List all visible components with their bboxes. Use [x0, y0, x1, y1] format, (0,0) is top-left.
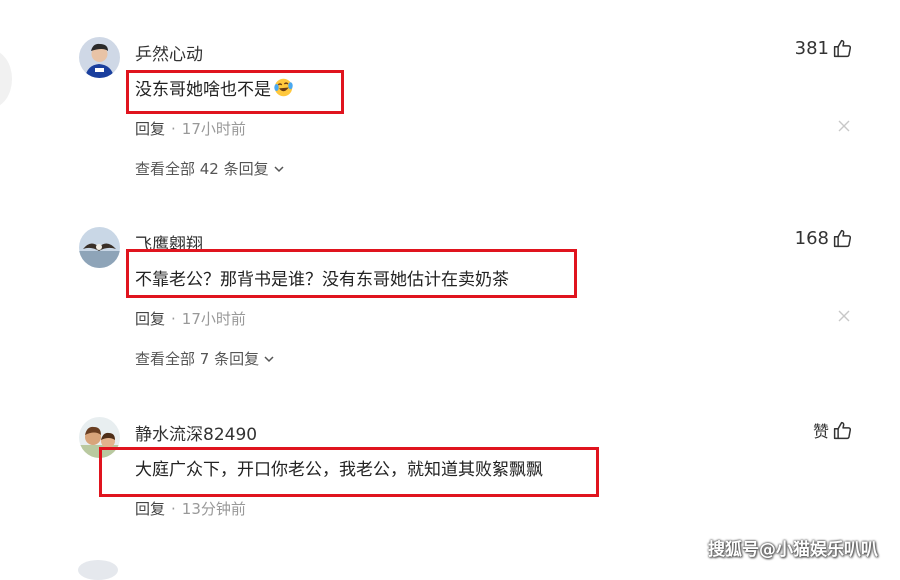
- red-highlight-box: [99, 447, 599, 497]
- separator-dot: ·: [171, 500, 176, 518]
- view-all-label: 查看全部 42 条回复: [135, 160, 269, 178]
- red-highlight-box: [126, 70, 344, 114]
- view-all-label: 查看全部 7 条回复: [135, 350, 260, 368]
- avatar[interactable]: [79, 227, 120, 268]
- like-button[interactable]: 赞: [813, 418, 853, 442]
- like-count: 381: [794, 38, 829, 59]
- comment-meta: 回复 · 17小时前: [135, 118, 246, 139]
- thumbs-up-icon: [833, 421, 852, 439]
- separator-dot: ·: [171, 310, 176, 328]
- comment-2: 飞鹰翱翔 168 不靠老公？那背书是谁？没有东哥她估计在卖奶茶 回复 · 17小时前…: [0, 190, 900, 380]
- chevron-down-icon: [264, 355, 274, 362]
- red-highlight-box: [126, 249, 577, 298]
- like-button[interactable]: 168: [795, 228, 853, 249]
- close-icon[interactable]: [836, 118, 852, 134]
- like-label: 赞: [812, 422, 829, 441]
- timestamp: 17小时前: [181, 310, 246, 328]
- comment-meta: 回复 · 17小时前: [135, 308, 246, 329]
- view-all-replies-link[interactable]: 查看全部 7 条回复: [135, 348, 275, 369]
- reply-button[interactable]: 回复: [135, 120, 165, 138]
- thumbs-up-icon: [833, 229, 852, 248]
- reply-button[interactable]: 回复: [135, 310, 165, 328]
- like-count: 168: [794, 228, 829, 249]
- separator-dot: ·: [171, 120, 176, 138]
- watermark: 搜狐号@小猫娱乐叭叭: [708, 540, 878, 560]
- like-button[interactable]: 381: [795, 38, 853, 59]
- view-all-replies-link[interactable]: 查看全部 42 条回复: [135, 158, 285, 179]
- next-avatar-peek: [78, 560, 118, 580]
- timestamp: 17小时前: [181, 120, 246, 138]
- chevron-down-icon: [274, 165, 284, 172]
- timestamp: 13分钟前: [181, 500, 246, 518]
- avatar[interactable]: [79, 37, 120, 78]
- thumbs-up-icon: [833, 39, 852, 58]
- comment-meta: 回复 · 13分钟前: [135, 498, 246, 519]
- username[interactable]: 静水流深82490: [135, 420, 257, 445]
- comment-1: 乒然心动 381 没东哥她啥也不是 回复 · 17小时前 查看全部 42 条回复: [0, 0, 900, 190]
- username[interactable]: 乒然心动: [135, 40, 203, 65]
- close-icon[interactable]: [836, 308, 852, 324]
- reply-button[interactable]: 回复: [135, 500, 165, 518]
